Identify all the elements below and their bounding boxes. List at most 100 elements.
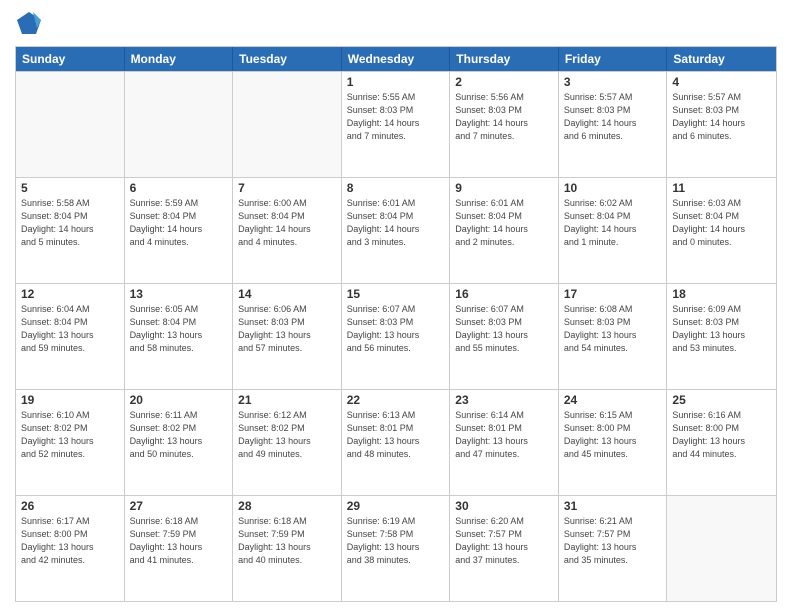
calendar-week-3: 12 Sunrise: 6:04 AM Sunset: 8:04 PM Dayli… bbox=[16, 283, 776, 389]
day-cell-19: 19 Sunrise: 6:10 AM Sunset: 8:02 PM Dayli… bbox=[16, 390, 125, 495]
day-info: Sunrise: 5:57 AM Sunset: 8:03 PM Dayligh… bbox=[564, 91, 662, 143]
day-number: 1 bbox=[347, 75, 445, 89]
day-cell-25: 25 Sunrise: 6:16 AM Sunset: 8:00 PM Dayli… bbox=[667, 390, 776, 495]
calendar-page: SundayMondayTuesdayWednesdayThursdayFrid… bbox=[0, 0, 792, 612]
day-number: 10 bbox=[564, 181, 662, 195]
day-number: 2 bbox=[455, 75, 553, 89]
day-info: Sunrise: 6:15 AM Sunset: 8:00 PM Dayligh… bbox=[564, 409, 662, 461]
day-header-tuesday: Tuesday bbox=[233, 47, 342, 71]
day-number: 15 bbox=[347, 287, 445, 301]
day-info: Sunrise: 6:16 AM Sunset: 8:00 PM Dayligh… bbox=[672, 409, 771, 461]
day-cell-5: 5 Sunrise: 5:58 AM Sunset: 8:04 PM Daylig… bbox=[16, 178, 125, 283]
day-info: Sunrise: 6:13 AM Sunset: 8:01 PM Dayligh… bbox=[347, 409, 445, 461]
day-cell-17: 17Sunrise: 6:08 AM Sunset: 8:03 PM Dayli… bbox=[559, 284, 668, 389]
day-number: 6 bbox=[130, 181, 228, 195]
day-info: Sunrise: 6:12 AM Sunset: 8:02 PM Dayligh… bbox=[238, 409, 336, 461]
day-info: Sunrise: 6:10 AM Sunset: 8:02 PM Dayligh… bbox=[21, 409, 119, 461]
day-cell-30: 30 Sunrise: 6:20 AM Sunset: 7:57 PM Dayli… bbox=[450, 496, 559, 601]
logo-icon bbox=[15, 10, 43, 38]
day-number: 19 bbox=[21, 393, 119, 407]
day-cell-14: 14Sunrise: 6:06 AM Sunset: 8:03 PM Dayli… bbox=[233, 284, 342, 389]
day-cell-21: 21 Sunrise: 6:12 AM Sunset: 8:02 PM Dayli… bbox=[233, 390, 342, 495]
logo bbox=[15, 10, 47, 38]
day-number: 23 bbox=[455, 393, 553, 407]
empty-cell bbox=[233, 72, 342, 177]
day-cell-10: 10 Sunrise: 6:02 AM Sunset: 8:04 PM Dayli… bbox=[559, 178, 668, 283]
day-cell-16: 16 Sunrise: 6:07 AM Sunset: 8:03 PM Dayli… bbox=[450, 284, 559, 389]
day-cell-3: 3 Sunrise: 5:57 AM Sunset: 8:03 PM Daylig… bbox=[559, 72, 668, 177]
calendar-week-2: 5 Sunrise: 5:58 AM Sunset: 8:04 PM Daylig… bbox=[16, 177, 776, 283]
day-info: Sunrise: 6:09 AM Sunset: 8:03 PM Dayligh… bbox=[672, 303, 771, 355]
day-info: Sunrise: 6:07 AM Sunset: 8:03 PM Dayligh… bbox=[455, 303, 553, 355]
day-number: 22 bbox=[347, 393, 445, 407]
day-number: 24 bbox=[564, 393, 662, 407]
page-header bbox=[15, 10, 777, 38]
day-info: Sunrise: 6:19 AM Sunset: 7:58 PM Dayligh… bbox=[347, 515, 445, 567]
day-header-wednesday: Wednesday bbox=[342, 47, 451, 71]
day-info: Sunrise: 6:18 AM Sunset: 7:59 PM Dayligh… bbox=[238, 515, 336, 567]
day-number: 31 bbox=[564, 499, 662, 513]
day-info: Sunrise: 6:07 AM Sunset: 8:03 PM Dayligh… bbox=[347, 303, 445, 355]
day-number: 25 bbox=[672, 393, 771, 407]
day-cell-11: 11 Sunrise: 6:03 AM Sunset: 8:04 PM Dayli… bbox=[667, 178, 776, 283]
day-header-friday: Friday bbox=[559, 47, 668, 71]
day-number: 16 bbox=[455, 287, 553, 301]
day-cell-22: 22 Sunrise: 6:13 AM Sunset: 8:01 PM Dayli… bbox=[342, 390, 451, 495]
day-header-saturday: Saturday bbox=[667, 47, 776, 71]
day-info: Sunrise: 6:02 AM Sunset: 8:04 PM Dayligh… bbox=[564, 197, 662, 249]
calendar: SundayMondayTuesdayWednesdayThursdayFrid… bbox=[15, 46, 777, 602]
day-number: 3 bbox=[564, 75, 662, 89]
day-number: 14 bbox=[238, 287, 336, 301]
day-cell-7: 7 Sunrise: 6:00 AM Sunset: 8:04 PM Daylig… bbox=[233, 178, 342, 283]
day-number: 9 bbox=[455, 181, 553, 195]
day-info: Sunrise: 6:11 AM Sunset: 8:02 PM Dayligh… bbox=[130, 409, 228, 461]
empty-cell bbox=[125, 72, 234, 177]
day-cell-2: 2 Sunrise: 5:56 AM Sunset: 8:03 PM Daylig… bbox=[450, 72, 559, 177]
day-number: 27 bbox=[130, 499, 228, 513]
day-info: Sunrise: 5:57 AM Sunset: 8:03 PM Dayligh… bbox=[672, 91, 771, 143]
day-info: Sunrise: 6:17 AM Sunset: 8:00 PM Dayligh… bbox=[21, 515, 119, 567]
day-number: 8 bbox=[347, 181, 445, 195]
day-info: Sunrise: 6:18 AM Sunset: 7:59 PM Dayligh… bbox=[130, 515, 228, 567]
day-info: Sunrise: 6:14 AM Sunset: 8:01 PM Dayligh… bbox=[455, 409, 553, 461]
day-number: 20 bbox=[130, 393, 228, 407]
day-header-thursday: Thursday bbox=[450, 47, 559, 71]
day-number: 30 bbox=[455, 499, 553, 513]
day-info: Sunrise: 5:58 AM Sunset: 8:04 PM Dayligh… bbox=[21, 197, 119, 249]
calendar-week-1: 1 Sunrise: 5:55 AM Sunset: 8:03 PM Daylig… bbox=[16, 71, 776, 177]
day-number: 28 bbox=[238, 499, 336, 513]
calendar-header: SundayMondayTuesdayWednesdayThursdayFrid… bbox=[16, 47, 776, 71]
day-cell-15: 15 Sunrise: 6:07 AM Sunset: 8:03 PM Dayli… bbox=[342, 284, 451, 389]
day-cell-8: 8 Sunrise: 6:01 AM Sunset: 8:04 PM Daylig… bbox=[342, 178, 451, 283]
day-info: Sunrise: 6:04 AM Sunset: 8:04 PM Dayligh… bbox=[21, 303, 119, 355]
day-info: Sunrise: 6:01 AM Sunset: 8:04 PM Dayligh… bbox=[455, 197, 553, 249]
day-number: 4 bbox=[672, 75, 771, 89]
day-cell-27: 27 Sunrise: 6:18 AM Sunset: 7:59 PM Dayli… bbox=[125, 496, 234, 601]
day-number: 11 bbox=[672, 181, 771, 195]
day-number: 5 bbox=[21, 181, 119, 195]
calendar-body: 1 Sunrise: 5:55 AM Sunset: 8:03 PM Daylig… bbox=[16, 71, 776, 601]
day-cell-23: 23 Sunrise: 6:14 AM Sunset: 8:01 PM Dayli… bbox=[450, 390, 559, 495]
day-info: Sunrise: 6:08 AM Sunset: 8:03 PM Dayligh… bbox=[564, 303, 662, 355]
day-cell-9: 9 Sunrise: 6:01 AM Sunset: 8:04 PM Daylig… bbox=[450, 178, 559, 283]
day-info: Sunrise: 6:01 AM Sunset: 8:04 PM Dayligh… bbox=[347, 197, 445, 249]
day-info: Sunrise: 5:55 AM Sunset: 8:03 PM Dayligh… bbox=[347, 91, 445, 143]
day-cell-29: 29 Sunrise: 6:19 AM Sunset: 7:58 PM Dayli… bbox=[342, 496, 451, 601]
day-info: Sunrise: 6:20 AM Sunset: 7:57 PM Dayligh… bbox=[455, 515, 553, 567]
day-info: Sunrise: 5:56 AM Sunset: 8:03 PM Dayligh… bbox=[455, 91, 553, 143]
empty-cell bbox=[16, 72, 125, 177]
day-cell-20: 20 Sunrise: 6:11 AM Sunset: 8:02 PM Dayli… bbox=[125, 390, 234, 495]
day-number: 21 bbox=[238, 393, 336, 407]
day-number: 7 bbox=[238, 181, 336, 195]
day-info: Sunrise: 6:00 AM Sunset: 8:04 PM Dayligh… bbox=[238, 197, 336, 249]
day-number: 12 bbox=[21, 287, 119, 301]
day-header-sunday: Sunday bbox=[16, 47, 125, 71]
day-number: 29 bbox=[347, 499, 445, 513]
day-number: 26 bbox=[21, 499, 119, 513]
day-cell-4: 4 Sunrise: 5:57 AM Sunset: 8:03 PM Daylig… bbox=[667, 72, 776, 177]
day-info: Sunrise: 5:59 AM Sunset: 8:04 PM Dayligh… bbox=[130, 197, 228, 249]
day-info: Sunrise: 6:03 AM Sunset: 8:04 PM Dayligh… bbox=[672, 197, 771, 249]
day-cell-24: 24 Sunrise: 6:15 AM Sunset: 8:00 PM Dayli… bbox=[559, 390, 668, 495]
empty-cell bbox=[667, 496, 776, 601]
day-header-monday: Monday bbox=[125, 47, 234, 71]
